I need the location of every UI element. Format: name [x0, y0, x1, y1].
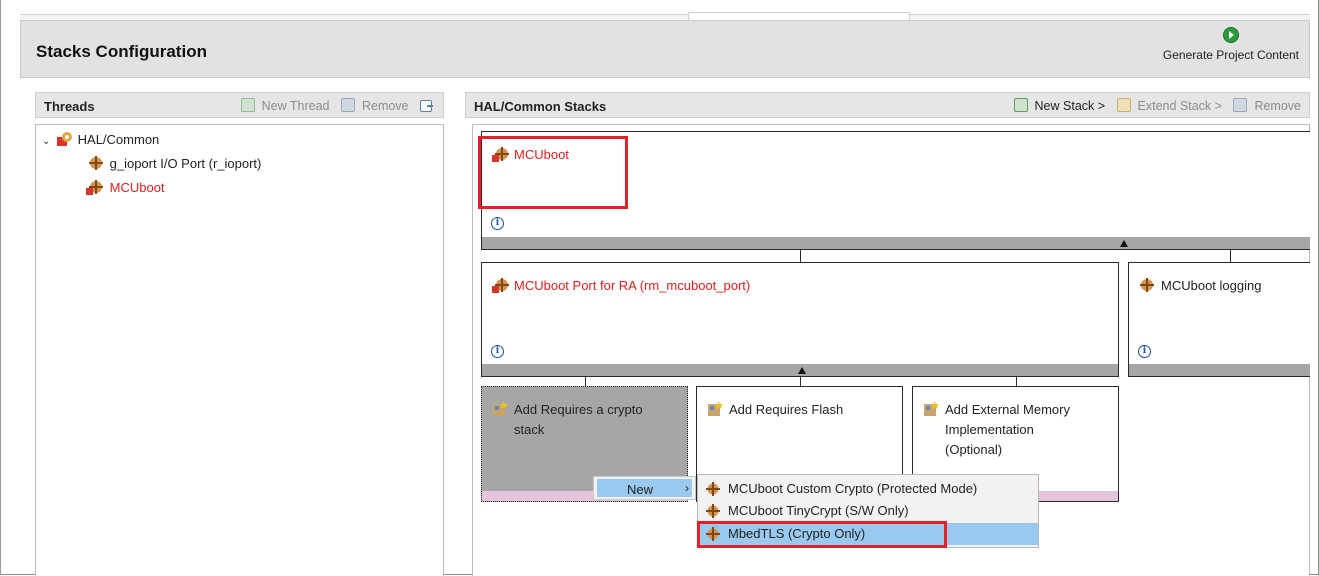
submenu-item-tinycrypt[interactable]: MCUboot TinyCrypt (S/W Only)	[698, 500, 1038, 522]
stack-module-mcuboot-port[interactable]: MCUboot Port for RA (rm_mcuboot_port) i	[481, 262, 1119, 377]
collapse-all-button[interactable]	[416, 99, 435, 113]
tree-item-label: g_ioport I/O Port (r_ioport)	[109, 156, 262, 171]
hal-common-icon	[57, 132, 73, 146]
remove-stack-button[interactable]: Remove	[1229, 98, 1301, 113]
module-status-bar	[482, 237, 1310, 249]
submenu-item-label: MCUboot Custom Crypto (Protected Mode)	[728, 481, 978, 496]
add-module-icon	[493, 401, 508, 416]
page-title: Stacks Configuration	[36, 42, 207, 61]
context-menu: New ›	[593, 476, 696, 500]
new-stack-icon	[1013, 98, 1028, 112]
new-thread-button[interactable]: New Thread	[237, 98, 330, 113]
module-error-icon	[492, 278, 509, 293]
remove-icon	[1233, 98, 1248, 112]
new-thread-label: New Thread	[261, 99, 330, 113]
expand-arrow-icon[interactable]	[798, 367, 806, 374]
menu-item-new-label: New	[627, 482, 654, 497]
module-status-bar	[1129, 364, 1310, 376]
chevron-down-icon: ⌄	[42, 136, 51, 147]
extmem-label-line2: Implementation	[945, 422, 1034, 437]
info-icon[interactable]: i	[491, 217, 504, 230]
remove-icon	[340, 98, 355, 112]
module-icon	[1140, 278, 1154, 292]
module-label: MCUboot Port for RA (rm_mcuboot_port)	[514, 278, 751, 293]
module-status-bar	[482, 364, 1118, 376]
tree-item-mcuboot[interactable]: MCUboot	[86, 179, 165, 195]
extend-stack-button[interactable]: Extend Stack >	[1113, 98, 1222, 113]
extmem-label-line1: Add External Memory	[945, 402, 1070, 417]
remove-thread-label: Remove	[361, 99, 409, 113]
tree-item-g-ioport[interactable]: g_ioport I/O Port (r_ioport)	[88, 155, 261, 171]
module-icon	[706, 504, 720, 518]
submenu-item-custom-crypto[interactable]: MCUboot Custom Crypto (Protected Mode)	[698, 478, 1038, 500]
threads-toolbar: New Thread Remove	[233, 98, 435, 113]
play-icon	[1222, 27, 1239, 43]
new-thread-icon	[240, 98, 255, 112]
remove-stack-label: Remove	[1254, 99, 1301, 113]
red-highlight-mcuboot	[478, 136, 628, 209]
new-stack-label: New Stack >	[1034, 99, 1106, 113]
generate-project-content-label: Generate Project Content	[1162, 48, 1299, 62]
connector	[1230, 250, 1231, 262]
threads-tree: ⌄ HAL/Common g_ioport I/O Port (r_ioport…	[35, 124, 444, 576]
info-icon[interactable]: i	[491, 345, 504, 358]
add-module-icon	[924, 401, 939, 416]
extmem-label-line3: (Optional)	[945, 442, 1003, 457]
stacks-toolbar: New Stack > Extend Stack > Remove	[1006, 98, 1301, 113]
module-error-icon	[86, 180, 103, 195]
expand-arrow-icon[interactable]	[1120, 240, 1128, 247]
collapse-all-icon	[420, 100, 433, 112]
extend-stack-label: Extend Stack >	[1137, 99, 1222, 113]
generate-project-content-button[interactable]: Generate Project Content	[1163, 27, 1299, 62]
red-highlight-mbedtls	[697, 521, 947, 548]
stacks-panel-header: HAL/Common Stacks New Stack > Extend Sta…	[465, 92, 1310, 118]
submenu-item-label: MCUboot TinyCrypt (S/W Only)	[728, 503, 909, 518]
module-icon	[706, 482, 720, 496]
remove-thread-button[interactable]: Remove	[337, 98, 409, 113]
stack-module-mcuboot-logging[interactable]: MCUboot logging i	[1128, 262, 1310, 377]
module-label: MCUboot logging	[1161, 278, 1262, 293]
threads-panel-header: Threads New Thread Remove	[35, 92, 444, 118]
tree-item-label: MCUboot	[109, 180, 165, 195]
crypto-label-line2: stack	[514, 422, 545, 437]
add-module-icon	[708, 401, 723, 416]
stacks-configuration-header: Stacks Configuration Generate Project Co…	[20, 20, 1310, 78]
tree-item-label: HAL/Common	[77, 132, 160, 147]
connector	[800, 250, 801, 262]
tree-item-hal-common[interactable]: ⌄ HAL/Common	[42, 131, 159, 147]
chevron-right-icon: ›	[685, 481, 689, 495]
module-label: Add Requires Flash	[729, 402, 844, 417]
threads-title: Threads	[44, 99, 95, 114]
module-icon	[89, 156, 103, 170]
extend-stack-icon	[1116, 98, 1131, 112]
stacks-title: HAL/Common Stacks	[474, 99, 607, 114]
new-stack-button[interactable]: New Stack >	[1010, 98, 1106, 113]
crypto-label-line1: Add Requires a crypto	[514, 402, 643, 417]
info-icon[interactable]: i	[1138, 345, 1151, 358]
